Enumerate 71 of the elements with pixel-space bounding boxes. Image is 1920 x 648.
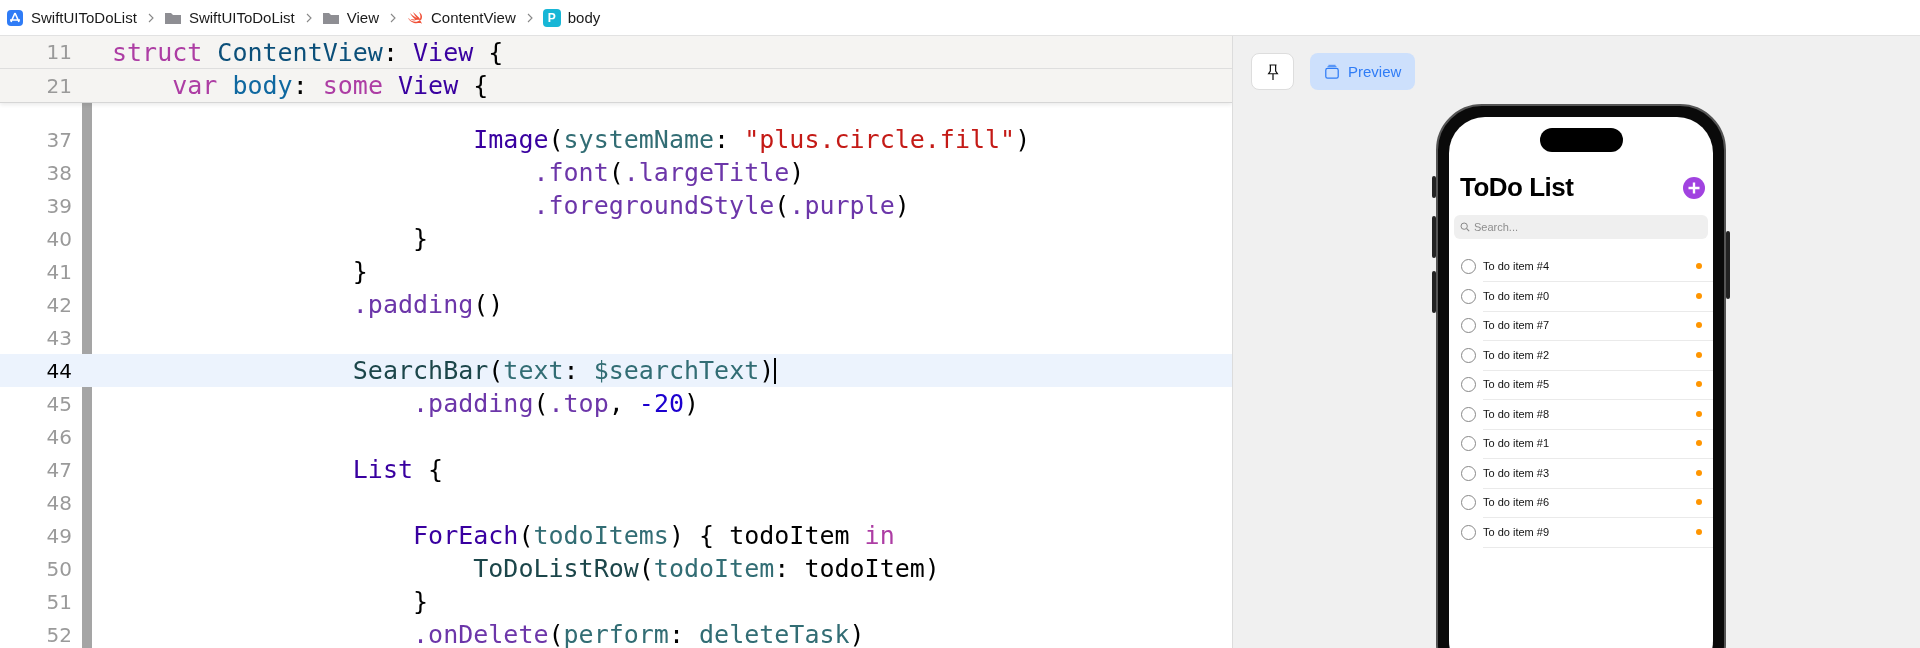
line-number: 48 [45, 490, 72, 515]
code-line: } [412, 586, 429, 618]
line-number: 49 [45, 523, 72, 548]
breadcrumb-item[interactable]: SwiftUIToDoList [31, 9, 137, 26]
todo-label: To do item #8 [1483, 407, 1550, 420]
line-number: 11 [45, 40, 72, 64]
chevron-icon [390, 12, 396, 23]
breadcrumb-item[interactable]: View [346, 9, 379, 26]
property-badge: P [542, 8, 561, 27]
code-line: } [412, 223, 429, 255]
priority-dot [1696, 469, 1702, 476]
code-line: .onDelete(perform: deleteTask) [412, 619, 865, 648]
code-line: ToDoListRow(todoItem: todoItem) [472, 553, 940, 585]
priority-dot [1696, 263, 1702, 270]
code-line: .font(.largeTitle) [532, 157, 805, 189]
line-number: 45 [45, 391, 72, 416]
line-number: 47 [45, 457, 72, 482]
todo-label: To do item #0 [1483, 289, 1550, 302]
line-number: 51 [45, 589, 72, 614]
todo-label: To do item #2 [1483, 348, 1550, 361]
line-number: 21 [45, 73, 72, 98]
priority-dot [1696, 499, 1702, 506]
todo-label: To do item #9 [1483, 525, 1550, 538]
line-number: 46 [45, 424, 72, 449]
pin-icon [1265, 61, 1280, 82]
chevron-icon [305, 12, 312, 23]
priority-dot [1696, 410, 1702, 417]
line-number: 38 [45, 160, 72, 185]
code-line: } [351, 256, 368, 288]
canvas-icon [1324, 63, 1340, 80]
code-line: .foregroundStyle(.purple) [532, 190, 910, 222]
code-line: struct ContentView: View { [112, 36, 504, 69]
todo-label: To do item #7 [1483, 319, 1550, 332]
line-number: 42 [45, 292, 72, 317]
breadcrumb-item[interactable]: SwiftUIToDoList [188, 9, 295, 26]
line-number: 44 [45, 358, 72, 383]
line-number: 43 [45, 325, 72, 350]
priority-dot [1696, 351, 1702, 358]
line-number: 37 [45, 127, 72, 152]
code-line: .padding() [351, 289, 504, 321]
app-icon [6, 8, 24, 27]
pin-button[interactable] [1251, 53, 1294, 90]
priority-dot [1696, 292, 1702, 299]
line-number: 40 [45, 226, 72, 251]
todo-label: To do item #5 [1483, 378, 1550, 391]
code-line: var body: some View { [171, 70, 489, 102]
chevron-icon [526, 12, 533, 23]
priority-dot [1696, 440, 1702, 447]
line-number: 39 [45, 193, 72, 218]
line-number: 41 [45, 259, 72, 284]
todo-label: To do item #3 [1483, 466, 1550, 479]
code-line: Image(systemName: "plus.circle.fill") [472, 124, 1031, 156]
code-line: List { [351, 454, 444, 486]
todo-label: To do item #6 [1483, 496, 1550, 509]
search-icon [1460, 222, 1470, 232]
todo-label: To do item #4 [1483, 260, 1550, 273]
add-icon[interactable] [1683, 176, 1705, 199]
priority-dot [1696, 322, 1702, 329]
priority-dot [1696, 528, 1702, 535]
breadcrumb-item[interactable]: body [567, 9, 601, 26]
priority-dot [1696, 381, 1702, 388]
line-number: 52 [45, 622, 72, 647]
chevron-icon [147, 12, 154, 23]
todo-label: To do item #1 [1483, 437, 1550, 450]
code-line: ForEach(todoItems) { todoItem in [412, 520, 895, 552]
search-field[interactable]: Search... [1454, 215, 1708, 239]
code-line: SearchBar(text: $searchText) [351, 355, 775, 387]
app-title: ToDo List [1460, 172, 1574, 203]
breadcrumb-item[interactable]: ContentView [431, 9, 516, 26]
line-number: 50 [45, 556, 72, 581]
code-line: .padding(.top, -20) [412, 388, 700, 420]
